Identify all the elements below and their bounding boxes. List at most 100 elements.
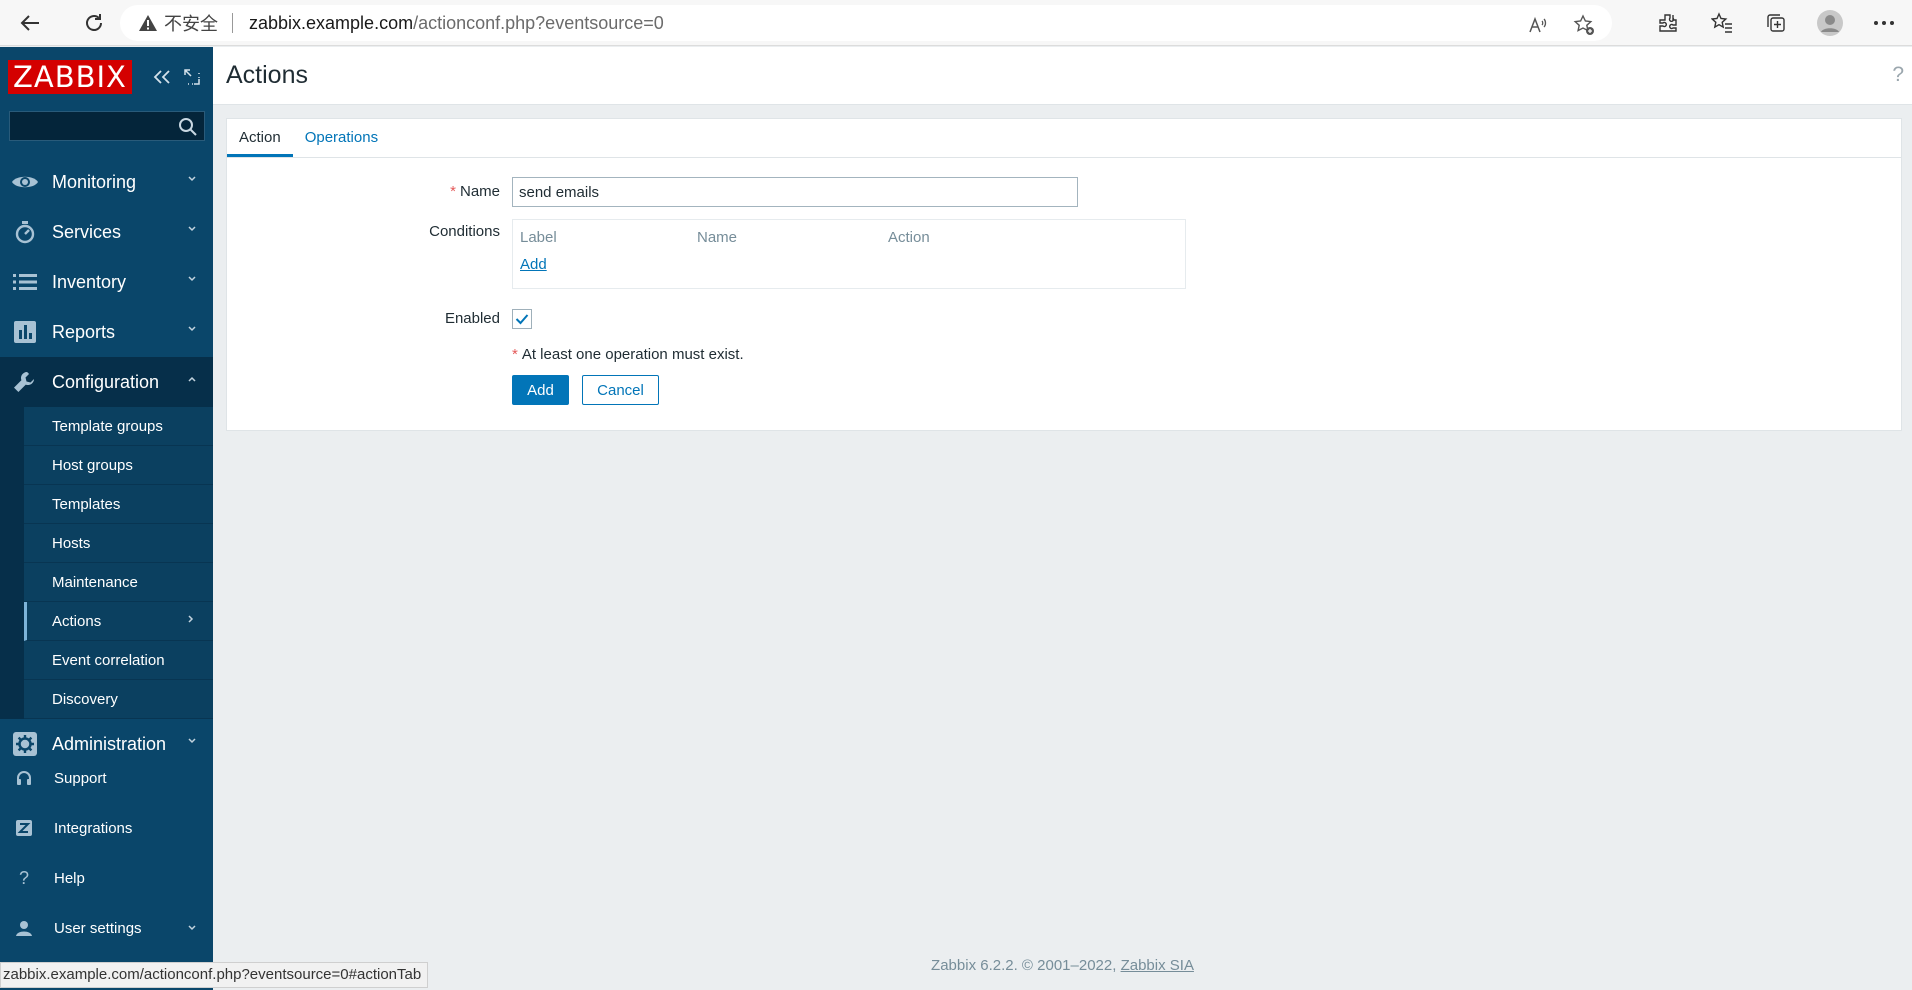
help-icon[interactable]: ? <box>1892 63 1904 87</box>
submenu-templates[interactable]: Templates <box>24 485 213 524</box>
tab-operations[interactable]: Operations <box>293 119 390 157</box>
note-text: At least one operation must exist. <box>521 346 744 363</box>
eye-icon <box>10 173 40 191</box>
chevron-up-icon <box>188 376 196 382</box>
configuration-submenu: Template groups Host groups Templates Ho… <box>0 407 213 719</box>
user-icon <box>12 920 36 936</box>
required-mark: * <box>512 346 518 363</box>
menu-help[interactable]: ? Help <box>0 853 213 903</box>
bottom-menu: Support Integrations ? Help User setting… <box>0 753 213 953</box>
submenu-discovery[interactable]: Discovery <box>24 680 213 719</box>
action-form-panel: Action Operations *Name Conditions Label… <box>226 118 1902 431</box>
favorites-icon[interactable] <box>1708 9 1736 37</box>
menu-label: Administration <box>52 733 167 754</box>
question-icon: ? <box>18 867 29 888</box>
sidebar-tools <box>152 69 200 85</box>
menu-integrations[interactable]: Integrations <box>0 803 213 853</box>
wrench-icon <box>10 370 40 394</box>
menu-label: Services <box>52 221 122 242</box>
submenu-actions[interactable]: Actions <box>24 602 213 641</box>
menu-inventory[interactable]: Inventory <box>0 257 213 307</box>
warning-icon <box>138 14 158 32</box>
add-condition-link[interactable]: Add <box>520 256 547 273</box>
checkmark-icon <box>515 314 529 325</box>
list-icon <box>10 273 40 291</box>
url-path: /actionconf.php?eventsource=0 <box>413 12 664 33</box>
add-favorite-icon[interactable] <box>1570 11 1598 39</box>
submenu-host-groups[interactable]: Host groups <box>24 446 213 485</box>
required-mark: * <box>450 183 456 200</box>
status-url-tooltip: zabbix.example.com/actionconf.php?events… <box>0 962 429 988</box>
back-button[interactable] <box>10 3 50 43</box>
insecure-label: 不安全 <box>164 14 218 34</box>
menu-reports[interactable]: Reports <box>0 307 213 357</box>
name-field[interactable] <box>512 177 1078 207</box>
menu-label: Configuration <box>52 371 160 392</box>
menu-label: Support <box>54 769 107 787</box>
chevron-down-icon <box>188 738 196 744</box>
footer-text: Zabbix 6.2.2. © 2001–2022, <box>931 957 1117 974</box>
chevron-down-icon <box>188 226 196 232</box>
enabled-checkbox[interactable] <box>512 309 532 329</box>
address-separator <box>232 13 233 33</box>
footer-link[interactable]: Zabbix SIA <box>1121 957 1194 974</box>
sidebar: ZABBIX Monitoring Services Inventory Rep… <box>0 47 213 990</box>
footer: Zabbix 6.2.2. © 2001–2022, Zabbix SIA <box>213 957 1912 974</box>
reload-icon <box>86 13 102 31</box>
menu-monitoring[interactable]: Monitoring <box>0 157 213 207</box>
stopwatch-icon <box>10 220 40 244</box>
submenu-actions-label: Actions <box>52 612 102 630</box>
submenu-event-correlation[interactable]: Event correlation <box>24 641 213 680</box>
menu-user-settings[interactable]: User settings <box>0 903 213 953</box>
collapse-sidebar-icon[interactable] <box>152 69 172 85</box>
name-label: * Name <box>350 183 500 200</box>
menu-label: Monitoring <box>52 171 137 192</box>
zabbix-logo[interactable]: ZABBIX <box>8 60 132 94</box>
menu-support[interactable]: Support <box>0 753 213 803</box>
menu-label: Inventory <box>52 271 127 292</box>
cancel-button[interactable]: Cancel <box>582 375 659 405</box>
submenu-template-groups[interactable]: Template groups <box>24 407 213 446</box>
menu-label: User settings <box>54 919 142 937</box>
submenu-hosts[interactable]: Hosts <box>24 524 213 563</box>
menu-configuration[interactable]: Configuration <box>0 357 213 407</box>
chevron-down-icon <box>188 925 196 931</box>
extensions-icon[interactable] <box>1654 9 1682 37</box>
url-host: zabbix.example.com <box>249 12 414 33</box>
address-bar[interactable]: 不安全 zabbix.example.com/actionconf.php?ev… <box>120 5 1612 41</box>
page-title: Actions <box>226 61 308 89</box>
more-menu-icon[interactable] <box>1870 9 1898 37</box>
chevron-down-icon <box>188 276 196 282</box>
z-logo-icon <box>12 820 36 836</box>
search-icon[interactable] <box>178 117 197 141</box>
logo-row: ZABBIX <box>0 47 213 107</box>
address-actions <box>1524 11 1598 39</box>
bar-chart-icon <box>10 321 40 343</box>
arrow-left-icon <box>20 14 39 31</box>
profile-avatar-icon[interactable] <box>1816 9 1844 37</box>
menu-label: Reports <box>52 321 116 342</box>
chevron-down-icon <box>188 176 196 182</box>
reload-button[interactable] <box>74 3 114 43</box>
kiosk-mode-icon[interactable] <box>184 69 200 85</box>
chevron-down-icon <box>188 326 196 332</box>
submenu-maintenance[interactable]: Maintenance <box>24 563 213 602</box>
operation-required-note: * At least one operation must exist. <box>512 346 744 363</box>
name-label-text: Name <box>459 183 500 200</box>
read-aloud-icon[interactable] <box>1524 11 1552 39</box>
menu-services[interactable]: Services <box>0 207 213 257</box>
main-menu: Monitoring Services Inventory Reports Co… <box>0 157 213 769</box>
enabled-label: Enabled <box>444 310 500 327</box>
add-button[interactable]: Add <box>512 375 569 405</box>
menu-label: Help <box>54 869 85 887</box>
headset-icon <box>12 770 36 786</box>
browser-toolbar: 不安全 zabbix.example.com/actionconf.php?ev… <box>0 0 1912 46</box>
conditions-header-label: Label <box>520 229 557 246</box>
conditions-header-name: Name <box>697 229 738 246</box>
collections-icon[interactable] <box>1762 9 1790 37</box>
search-input[interactable] <box>9 111 205 141</box>
menu-label: Integrations <box>54 819 133 837</box>
tab-action[interactable]: Action <box>227 119 293 157</box>
conditions-table: Label Name Action Add <box>512 219 1186 289</box>
main-content: Actions ? Action Operations *Name Condit… <box>213 47 1912 990</box>
